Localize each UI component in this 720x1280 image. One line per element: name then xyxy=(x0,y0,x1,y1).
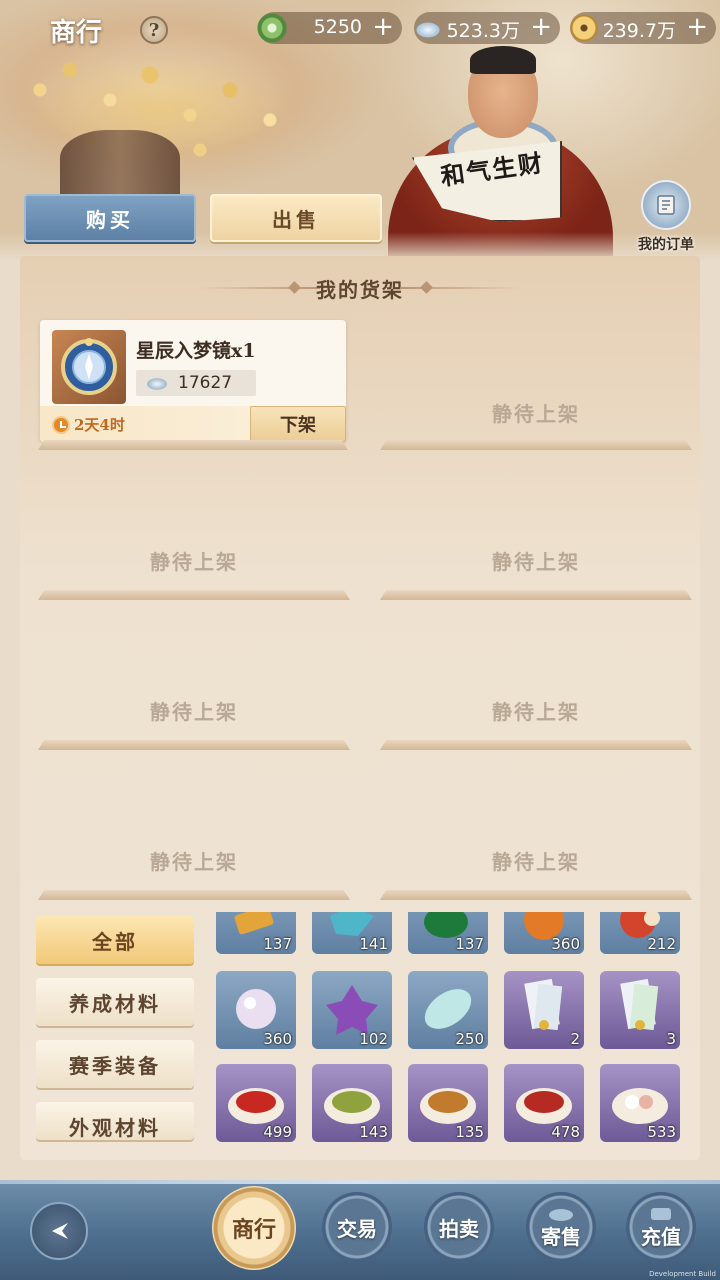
nav-trade[interactable]: 交易 xyxy=(322,1192,392,1262)
tree-trunk-illustration xyxy=(60,130,180,200)
tab-buy[interactable]: 购买 xyxy=(24,194,196,242)
currency-jade-value: 5250 xyxy=(313,16,362,38)
currency-silver-value: 523.3万 xyxy=(446,20,520,42)
category-all[interactable]: 全部 xyxy=(36,916,194,964)
scroll-icon xyxy=(641,180,691,230)
back-button[interactable] xyxy=(30,1202,88,1260)
empty-slot[interactable]: 静待上架 xyxy=(380,772,692,900)
empty-slot[interactable]: 静待上架 xyxy=(38,622,350,750)
nav-consign[interactable]: 寄售 xyxy=(526,1192,596,1262)
back-arrow-icon xyxy=(52,1223,68,1239)
nav-auction[interactable]: 拍卖 xyxy=(424,1192,494,1262)
inventory-item[interactable]: 250 xyxy=(408,971,488,1049)
empty-slot[interactable]: 静待上架 xyxy=(380,622,692,750)
inventory-grid: 137 141 137 360 212 360 102 250 2 3 499 xyxy=(212,912,688,1142)
currency-copper: 239.7万 + xyxy=(566,10,716,46)
inventory-item[interactable]: 143 xyxy=(312,1064,392,1142)
listing-price: 17627 xyxy=(136,370,256,396)
category-growth-materials[interactable]: 养成材料 xyxy=(36,978,194,1026)
listing-item-name: 星辰入梦镜x1 xyxy=(136,340,256,362)
inventory-item[interactable]: 135 xyxy=(408,1064,488,1142)
nav-trade-label: 交易 xyxy=(337,1216,377,1241)
silver-ingot-icon xyxy=(410,10,446,46)
empty-slot[interactable]: 静待上架 xyxy=(380,322,692,450)
nav-recharge[interactable]: 充值 xyxy=(626,1192,696,1262)
currency-copper-value: 239.7万 xyxy=(602,20,676,42)
clock-icon xyxy=(52,415,70,434)
category-appearance-materials[interactable]: 外观材料 xyxy=(36,1102,194,1140)
inventory-item[interactable]: 141 xyxy=(312,912,392,954)
inventory-item[interactable]: 3 xyxy=(600,971,680,1049)
empty-slot[interactable]: 静待上架 xyxy=(38,772,350,900)
listing-price-value: 17627 xyxy=(178,373,233,393)
recharge-icon xyxy=(651,1208,671,1220)
consign-icon xyxy=(549,1209,573,1221)
inventory-item[interactable]: 533 xyxy=(600,1064,680,1142)
my-orders-button[interactable]: 我的订单 xyxy=(628,180,704,254)
help-button[interactable]: ? xyxy=(140,16,168,44)
nav-shop-label: 商行 xyxy=(231,1217,276,1243)
page-title: 商行 xyxy=(50,18,103,48)
inventory-item[interactable]: 360 xyxy=(504,912,584,954)
tab-sell[interactable]: 出售 xyxy=(210,194,382,242)
mirror-item-icon xyxy=(52,330,126,404)
inventory-item[interactable]: 137 xyxy=(216,912,296,954)
inventory-item[interactable]: 478 xyxy=(504,1064,584,1142)
jade-coin-icon xyxy=(254,10,290,46)
inventory-item[interactable]: 137 xyxy=(408,912,488,954)
copper-coin-icon xyxy=(566,10,602,46)
inventory-item[interactable]: 102 xyxy=(312,971,392,1049)
nav-consign-label: 寄售 xyxy=(541,1224,581,1249)
listing-time-left: 2天4时 xyxy=(74,416,125,434)
silver-ingot-icon xyxy=(144,374,170,392)
inventory-item[interactable]: 2 xyxy=(504,971,584,1049)
empty-slot[interactable]: 静待上架 xyxy=(380,472,692,600)
category-season-equipment[interactable]: 赛季装备 xyxy=(36,1040,194,1088)
listing-card[interactable]: 星辰入梦镜x1 17627 2天4时 下架 xyxy=(38,320,348,450)
add-jade-button[interactable]: + xyxy=(372,13,394,41)
currency-silver: 523.3万 + xyxy=(410,10,560,46)
inventory-item[interactable]: 360 xyxy=(216,971,296,1049)
inventory-item[interactable]: 212 xyxy=(600,912,680,954)
nav-recharge-label: 充值 xyxy=(641,1224,681,1249)
add-copper-button[interactable]: + xyxy=(686,13,708,41)
shelf-title: 我的货架 xyxy=(316,278,404,302)
nav-auction-label: 拍卖 xyxy=(439,1216,479,1241)
inventory-item[interactable]: 499 xyxy=(216,1064,296,1142)
currency-jade: 5250 + xyxy=(254,10,402,46)
empty-slot[interactable]: 静待上架 xyxy=(38,472,350,600)
listing-timer: 2天4时 xyxy=(52,414,125,435)
my-orders-label: 我的订单 xyxy=(638,237,694,253)
add-silver-button[interactable]: + xyxy=(530,13,552,41)
nav-shop[interactable]: 商行 xyxy=(212,1186,296,1270)
build-watermark: Development Build xyxy=(649,1270,716,1278)
delist-button[interactable]: 下架 xyxy=(250,406,346,442)
